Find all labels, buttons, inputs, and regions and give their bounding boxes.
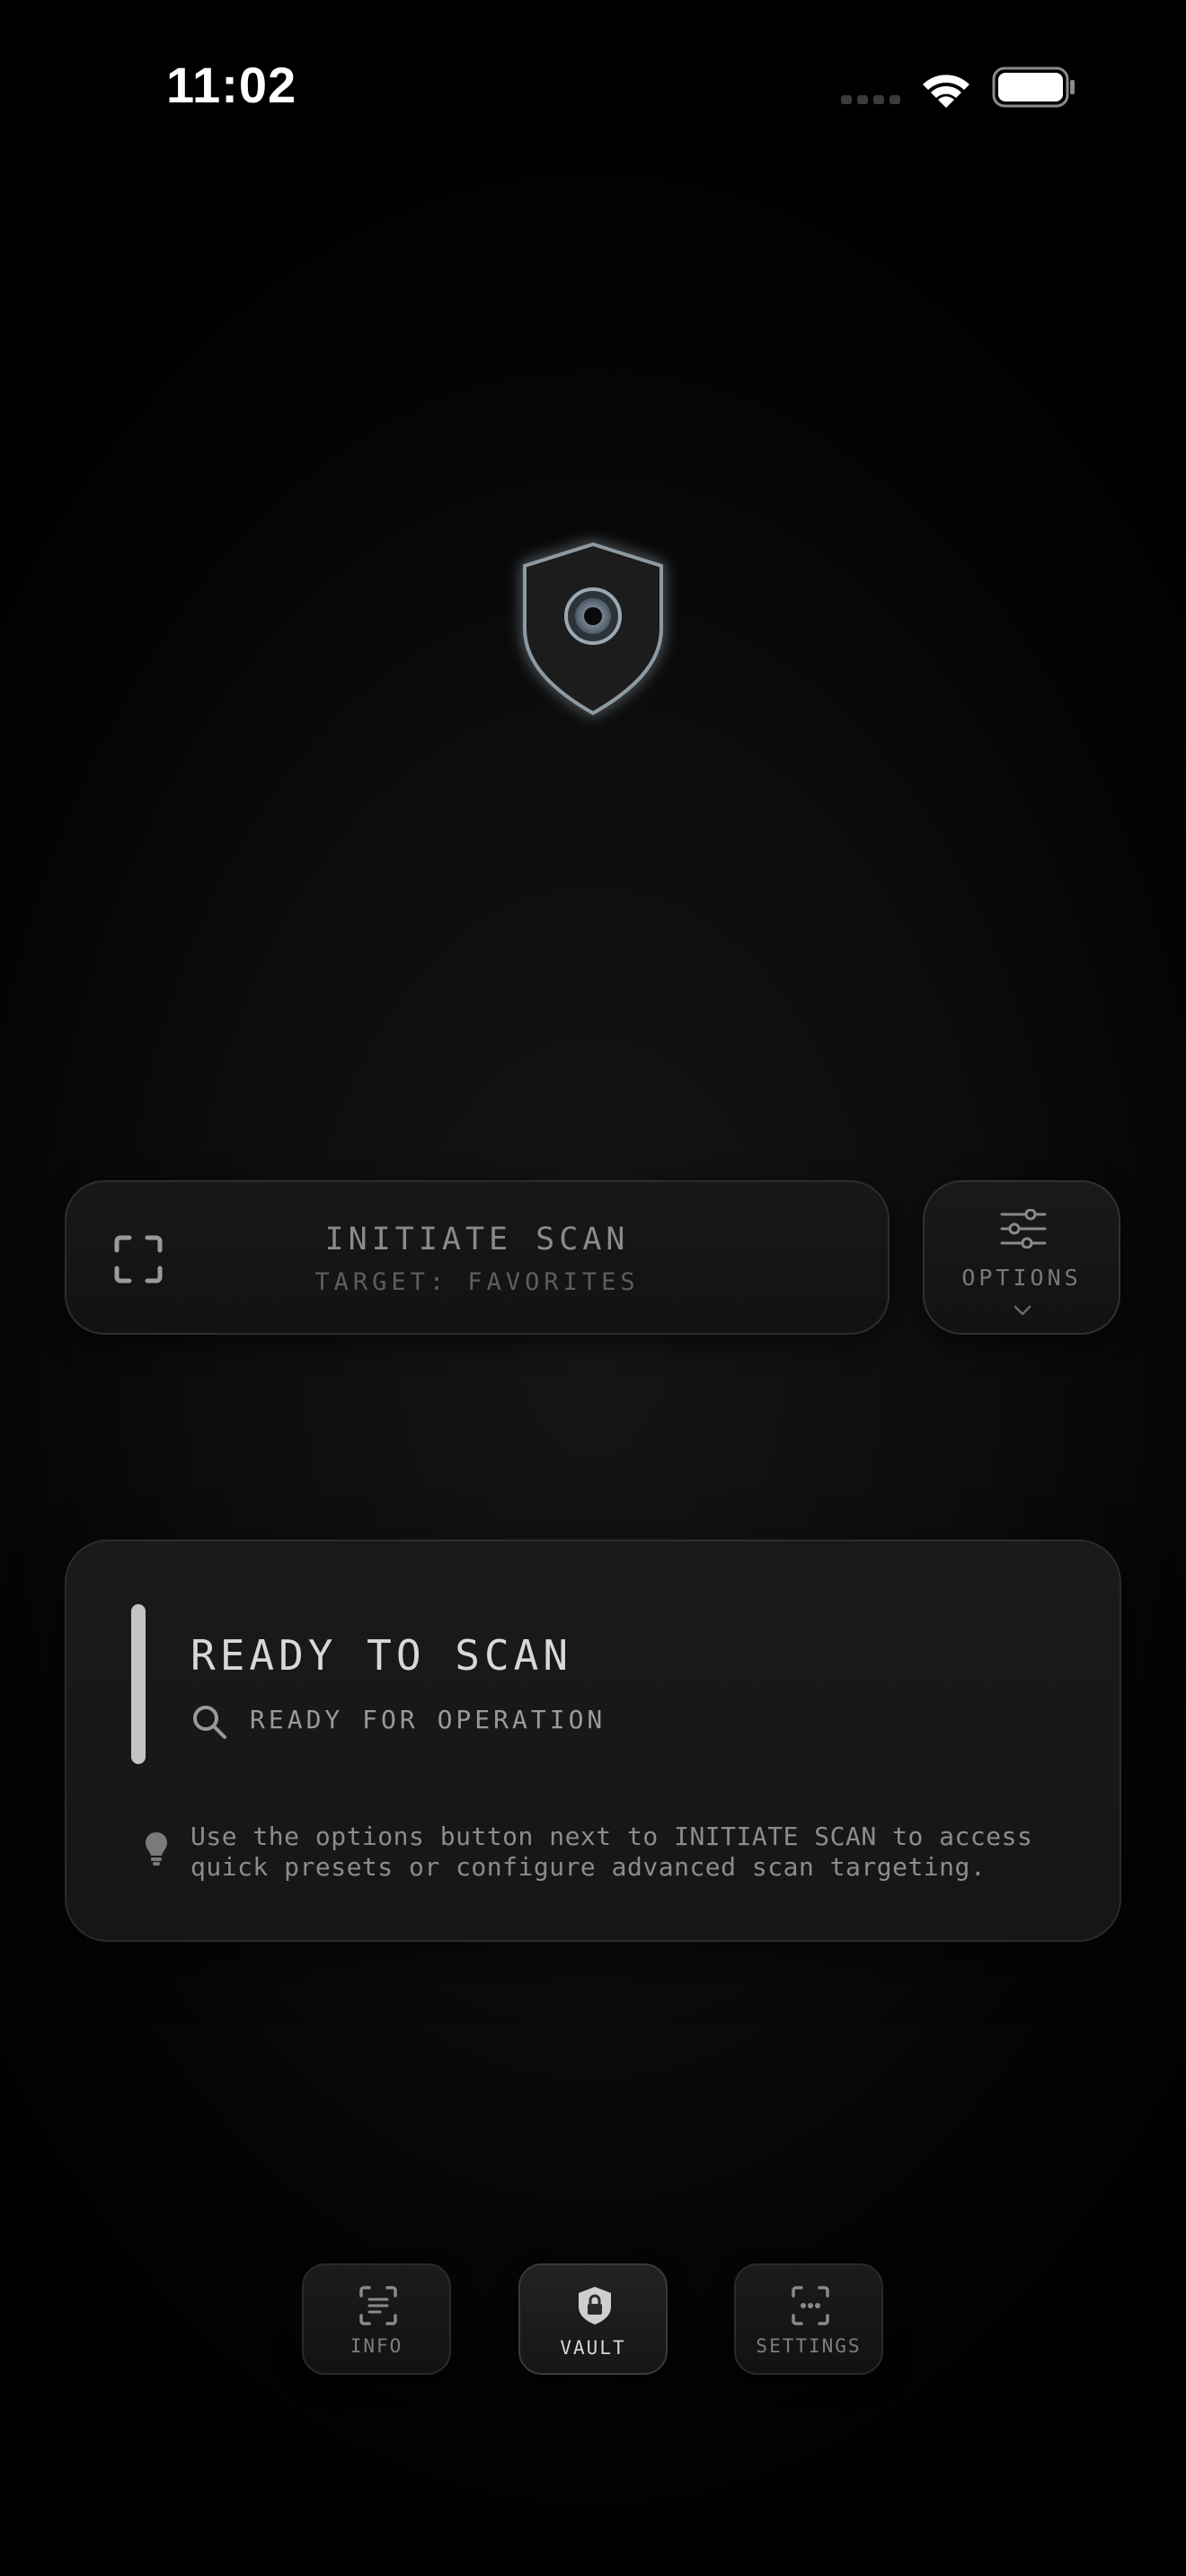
cellular-signal-icon (841, 95, 900, 104)
dots-frame-icon (792, 2286, 829, 2325)
status-subtitle: READY FOR OPERATION (250, 1705, 606, 1734)
lightbulb-icon (146, 1832, 167, 1866)
shield-eye-logo (523, 542, 663, 716)
nav-label-settings: SETTINGS (756, 2335, 862, 2357)
document-scan-icon (359, 2286, 397, 2325)
battery-icon (992, 66, 1075, 108)
sliders-icon (1000, 1209, 1047, 1248)
chevron-down-icon (1013, 1305, 1031, 1316)
app-screen: 11:02 INITIATE SCAN TARGET: FAVORITES OP… (0, 0, 1186, 2576)
shield-lock-icon (579, 2287, 611, 2325)
nav-item-info[interactable]: INFO (302, 2263, 451, 2375)
status-indicator-bar (131, 1604, 146, 1764)
status-title: READY TO SCAN (190, 1631, 573, 1680)
options-label: OPTIONS (961, 1265, 1082, 1291)
nav-item-vault[interactable]: VAULT (518, 2263, 668, 2375)
nav-label-vault: VAULT (560, 2337, 626, 2359)
scan-button-title: INITIATE SCAN (324, 1222, 630, 1257)
scan-status-card: READY TO SCAN READY FOR OPERATION Use th… (65, 1539, 1121, 1942)
initiate-scan-button[interactable]: INITIATE SCAN TARGET: FAVORITES (65, 1180, 890, 1335)
hint-text: Use the options button next to INITIATE … (190, 1822, 1033, 1882)
search-icon (193, 1706, 226, 1739)
nav-item-settings[interactable]: SETTINGS (734, 2263, 883, 2375)
options-button[interactable]: OPTIONS (923, 1180, 1120, 1335)
scan-target-label: TARGET: FAVORITES (314, 1268, 640, 1296)
nav-label-info: INFO (350, 2335, 403, 2357)
status-bar-time: 11:02 (166, 57, 297, 113)
wifi-icon (923, 75, 969, 108)
